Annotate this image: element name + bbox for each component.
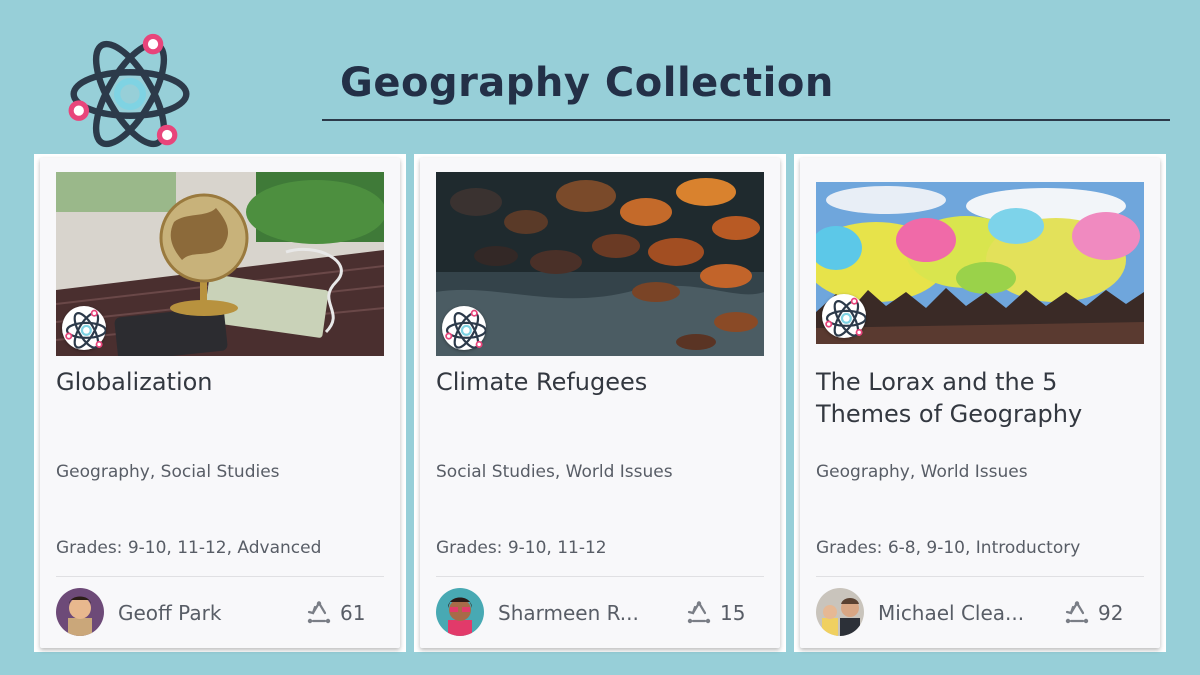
card-thumbnail[interactable] [436,172,764,356]
collection-card[interactable]: The Lorax and the 5 Themes of Geography … [800,158,1160,648]
page-title: Geography Collection [340,60,834,106]
title-divider [322,119,1170,121]
avatar[interactable] [436,588,484,636]
remix-icon [306,600,332,626]
card-thumbnail[interactable] [816,182,1144,344]
card-divider [816,576,1144,577]
author-name[interactable]: Geoff Park [118,601,278,625]
remix-count: 61 [340,601,366,625]
atom-badge-icon [62,306,106,350]
card-divider [436,576,764,577]
atom-badge-icon [442,306,486,350]
card-frame: Globalization Geography, Social Studies … [34,154,406,652]
card-title[interactable]: The Lorax and the 5 Themes of Geography [816,366,1136,430]
card-subjects: Social Studies, World Issues [436,462,673,482]
card-frame: The Lorax and the 5 Themes of Geography … [794,154,1166,652]
card-divider [56,576,384,577]
card-grades: Grades: 6-8, 9-10, Introductory [816,538,1081,558]
card-grades: Grades: 9-10, 11-12, Advanced [56,538,322,558]
card-title[interactable]: Globalization [56,366,376,398]
collection-card[interactable]: Globalization Geography, Social Studies … [40,158,400,648]
card-frame: Climate Refugees Social Studies, World I… [414,154,786,652]
card-grades: Grades: 9-10, 11-12 [436,538,607,558]
author-name[interactable]: Michael Clea... [878,601,1038,625]
remix-count: 15 [720,601,746,625]
card-subjects: Geography, World Issues [816,462,1028,482]
card-subjects: Geography, Social Studies [56,462,280,482]
card-title[interactable]: Climate Refugees [436,366,756,398]
remix-icon [686,600,712,626]
atom-logo-icon [64,30,196,158]
atom-badge-icon [822,294,866,338]
remix-count: 92 [1098,601,1124,625]
card-thumbnail[interactable] [56,172,384,356]
avatar[interactable] [56,588,104,636]
author-name[interactable]: Sharmeen R... [498,601,658,625]
avatar[interactable] [816,588,864,636]
collection-card[interactable]: Climate Refugees Social Studies, World I… [420,158,780,648]
remix-icon [1064,600,1090,626]
